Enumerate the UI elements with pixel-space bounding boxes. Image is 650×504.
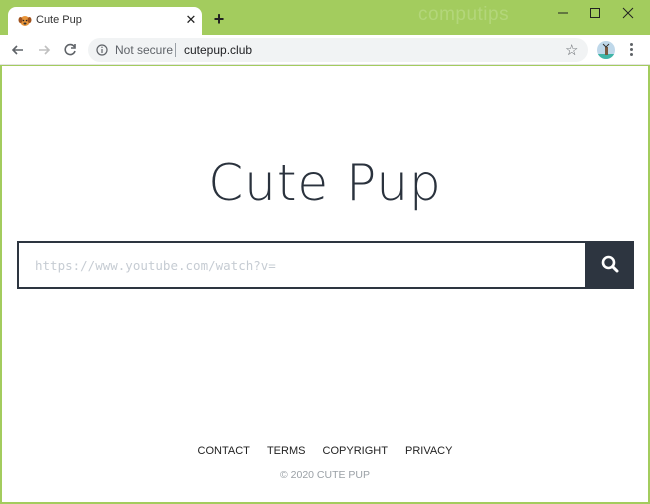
browser-menu-icon[interactable] [626, 41, 636, 59]
footer-link-contact[interactable]: CONTACT [198, 445, 250, 457]
maximize-icon[interactable] [583, 4, 607, 22]
profile-avatar[interactable] [597, 41, 615, 59]
footer-link-terms[interactable]: TERMS [267, 445, 306, 457]
browser-toolbar: Not secure cutepup.club ☆ [0, 35, 650, 65]
info-icon[interactable] [96, 44, 108, 56]
omnibox-separator [175, 43, 176, 57]
url-input[interactable] [17, 241, 587, 289]
tab-cute-pup[interactable]: Cute Pup ✕ [8, 7, 202, 35]
bookmark-star-icon[interactable]: ☆ [565, 41, 578, 59]
window-close-icon[interactable] [616, 4, 640, 22]
footer-nav: CONTACT TERMS COPYRIGHT PRIVACY [2, 445, 648, 457]
tab-close-icon[interactable]: ✕ [183, 12, 199, 28]
forward-arrow-icon[interactable] [34, 40, 54, 60]
footer-link-copyright[interactable]: COPYRIGHT [323, 445, 388, 457]
site-title: Cute Pup [208, 154, 442, 212]
page-content: Cute Pup CONTACT TERMS COPYRIGHT PRIVACY… [2, 66, 648, 502]
dog-favicon-icon [18, 16, 32, 26]
reload-icon[interactable] [60, 40, 80, 60]
footer-link-privacy[interactable]: PRIVACY [405, 445, 452, 457]
search-form [17, 241, 634, 289]
new-tab-plus-icon[interactable]: + [210, 10, 228, 28]
search-button[interactable] [585, 241, 634, 289]
back-arrow-icon[interactable] [8, 40, 28, 60]
security-status: Not secure [115, 43, 174, 57]
browser-window: Cute Pup ✕ + computips Not secure cutepu… [0, 0, 650, 504]
copyright-text: © 2020 CUTE PUP [279, 469, 371, 481]
minimize-icon[interactable] [551, 4, 575, 22]
address-bar[interactable]: Not secure cutepup.club ☆ [88, 38, 588, 62]
watermark: computips [418, 4, 510, 25]
tab-strip: Cute Pup ✕ + computips [0, 0, 650, 35]
profile-picture-icon [597, 43, 615, 59]
url-text[interactable]: cutepup.club [184, 43, 252, 57]
search-icon [601, 255, 618, 272]
tab-title: Cute Pup [36, 14, 82, 26]
